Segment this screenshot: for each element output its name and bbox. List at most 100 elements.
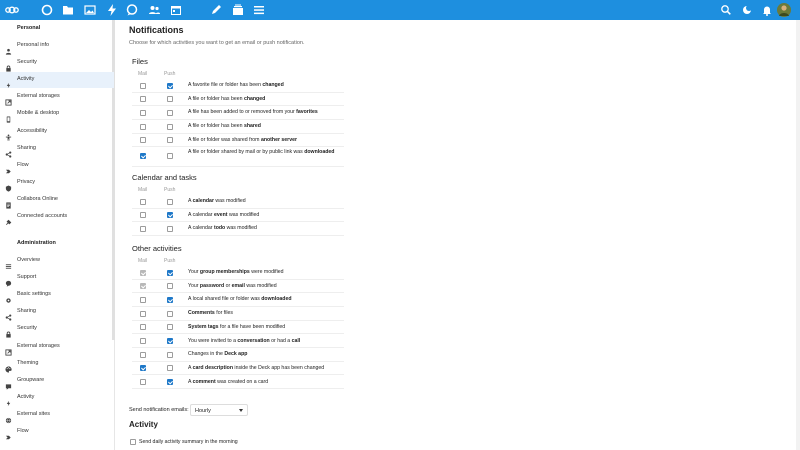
push-checkbox[interactable]	[167, 379, 173, 386]
section-title: Calendar and tasks	[132, 173, 197, 182]
mail-checkbox[interactable]	[140, 338, 146, 344]
sidebar-item-security[interactable]: Security	[0, 55, 114, 72]
sidebar-admin-item-external-storages[interactable]: External storages	[0, 339, 114, 356]
sidebar-item-privacy[interactable]: Privacy	[0, 175, 114, 192]
notification-label: A file or folder was shared from another…	[188, 137, 348, 145]
push-checkbox[interactable]	[167, 283, 173, 290]
push-checkbox[interactable]	[167, 338, 173, 344]
photos-icon[interactable]	[82, 2, 98, 18]
mail-checkbox[interactable]	[140, 310, 146, 317]
lock-icon	[5, 325, 12, 338]
mail-checkbox[interactable]	[140, 109, 146, 116]
sidebar-admin-item-security[interactable]: Security	[0, 321, 114, 338]
sidebar-admin-item-theming[interactable]: Theming	[0, 356, 114, 373]
notification-label: A file or folder shared by mail or by pu…	[188, 149, 348, 157]
notification-label: A calendar todo was modified	[188, 225, 348, 233]
files-icon[interactable]	[60, 2, 76, 18]
talk-icon[interactable]	[124, 2, 140, 18]
push-checkbox[interactable]	[167, 212, 173, 219]
push-checkbox[interactable]	[167, 137, 173, 144]
mail-checkbox[interactable]	[140, 198, 146, 205]
sidebar-item-mobile-desktop[interactable]: Mobile & desktop	[0, 106, 114, 123]
push-checkbox[interactable]	[167, 152, 173, 159]
external-sites-icon	[5, 411, 12, 424]
sidebar-item-connected-accounts[interactable]: Connected accounts	[0, 209, 114, 225]
label-emphasis: System tags	[188, 323, 219, 330]
mail-checkbox[interactable]	[140, 123, 146, 130]
push-checkbox[interactable]	[167, 225, 173, 232]
main-scrollbar[interactable]	[796, 20, 800, 450]
sidebar-admin-item-sharing[interactable]: Sharing	[0, 304, 114, 321]
mail-checkbox[interactable]	[140, 379, 146, 386]
mail-checkbox[interactable]	[140, 324, 146, 331]
deck-icon[interactable]	[230, 2, 246, 18]
nextcloud-logo-icon[interactable]	[4, 2, 20, 18]
notes-icon[interactable]	[208, 2, 224, 18]
label-emphasis: changed	[262, 82, 284, 88]
sidebar-admin-item-basic-settings[interactable]: Basic settings	[0, 287, 114, 303]
send-frequency-select[interactable]: Hourly	[190, 404, 248, 416]
push-checkbox[interactable]	[167, 109, 173, 116]
sidebar-admin-item-groupware[interactable]: Groupware	[0, 373, 114, 390]
label-text: inside the Deck app has been changed	[232, 364, 325, 371]
label-emphasis: password	[199, 282, 225, 289]
mail-checkbox[interactable]	[140, 96, 146, 103]
push-checkbox[interactable]	[167, 365, 173, 372]
calendar-icon[interactable]	[168, 2, 184, 18]
contacts-icon[interactable]	[146, 2, 162, 18]
activity-icon	[5, 394, 12, 406]
sidebar-admin-item-activity[interactable]: Activity	[0, 390, 114, 406]
sidebar-item-label: Mobile & desktop	[17, 110, 60, 117]
sidebar-item-accessibility[interactable]: Accessibility	[0, 124, 114, 141]
sidebar-item-flow[interactable]: Flow	[0, 158, 114, 174]
push-checkbox[interactable]	[167, 351, 173, 358]
notification-label: A file has been added to or removed from…	[188, 109, 348, 117]
sidebar-item-sharing[interactable]: Sharing	[0, 141, 114, 158]
activity-icon[interactable]	[104, 2, 120, 18]
tasks-icon[interactable]	[251, 2, 267, 18]
sidebar-item-collabora-online[interactable]: Collabora Online	[0, 192, 114, 209]
sidebar-admin-item-external-sites[interactable]: External sites	[0, 407, 114, 424]
label-text: was modified	[244, 282, 277, 289]
daily-summary-checkbox[interactable]	[130, 439, 136, 445]
sidebar-item-label: External storages	[17, 342, 60, 349]
status-icon[interactable]	[739, 2, 755, 18]
push-checkbox[interactable]	[167, 96, 173, 103]
mail-checkbox[interactable]	[140, 137, 146, 144]
mail-checkbox[interactable]	[140, 152, 146, 159]
search-icon[interactable]	[718, 2, 734, 18]
sidebar-item-label: Collabora Online	[17, 195, 58, 202]
push-checkbox[interactable]	[167, 324, 173, 331]
mail-checkbox[interactable]	[140, 296, 146, 303]
label-emphasis: calendar	[192, 198, 214, 204]
sidebar-item-external-storages[interactable]: External storages	[0, 89, 114, 106]
mail-checkbox[interactable]	[140, 351, 146, 358]
mail-column-header: Mail	[138, 258, 148, 264]
push-checkbox[interactable]	[167, 123, 173, 130]
dashboard-icon[interactable]	[39, 2, 55, 18]
push-checkbox[interactable]	[167, 82, 173, 89]
notification-label: A comment was created on a card	[188, 379, 348, 387]
mail-checkbox[interactable]	[140, 225, 146, 232]
avatar[interactable]	[776, 2, 792, 18]
mail-checkbox[interactable]	[140, 212, 146, 219]
push-checkbox[interactable]	[167, 296, 173, 303]
mail-checkbox[interactable]	[140, 82, 146, 89]
sidebar-admin-item-flow[interactable]: Flow	[0, 424, 114, 440]
notifications-icon[interactable]	[759, 2, 775, 18]
sidebar-item-personal-info[interactable]: Personal info	[0, 38, 114, 55]
sidebar-admin-item-overview[interactable]: Overview	[0, 253, 114, 269]
sidebar-section-administration: Administration	[17, 240, 56, 246]
push-checkbox[interactable]	[167, 269, 173, 276]
share-icon	[5, 308, 12, 321]
sidebar-admin-item-support[interactable]: Support	[0, 270, 114, 287]
chevron-down-icon	[239, 409, 243, 412]
mail-checkbox[interactable]	[140, 365, 146, 372]
label-text: A calendar	[188, 225, 214, 232]
push-checkbox[interactable]	[167, 310, 173, 317]
notification-row: A file or folder was shared from another…	[132, 134, 344, 148]
sidebar-item-activity[interactable]: Activity	[0, 72, 114, 89]
push-checkbox[interactable]	[167, 198, 173, 205]
external-storage-icon	[5, 93, 12, 106]
label-text: Changes in the	[188, 351, 225, 358]
